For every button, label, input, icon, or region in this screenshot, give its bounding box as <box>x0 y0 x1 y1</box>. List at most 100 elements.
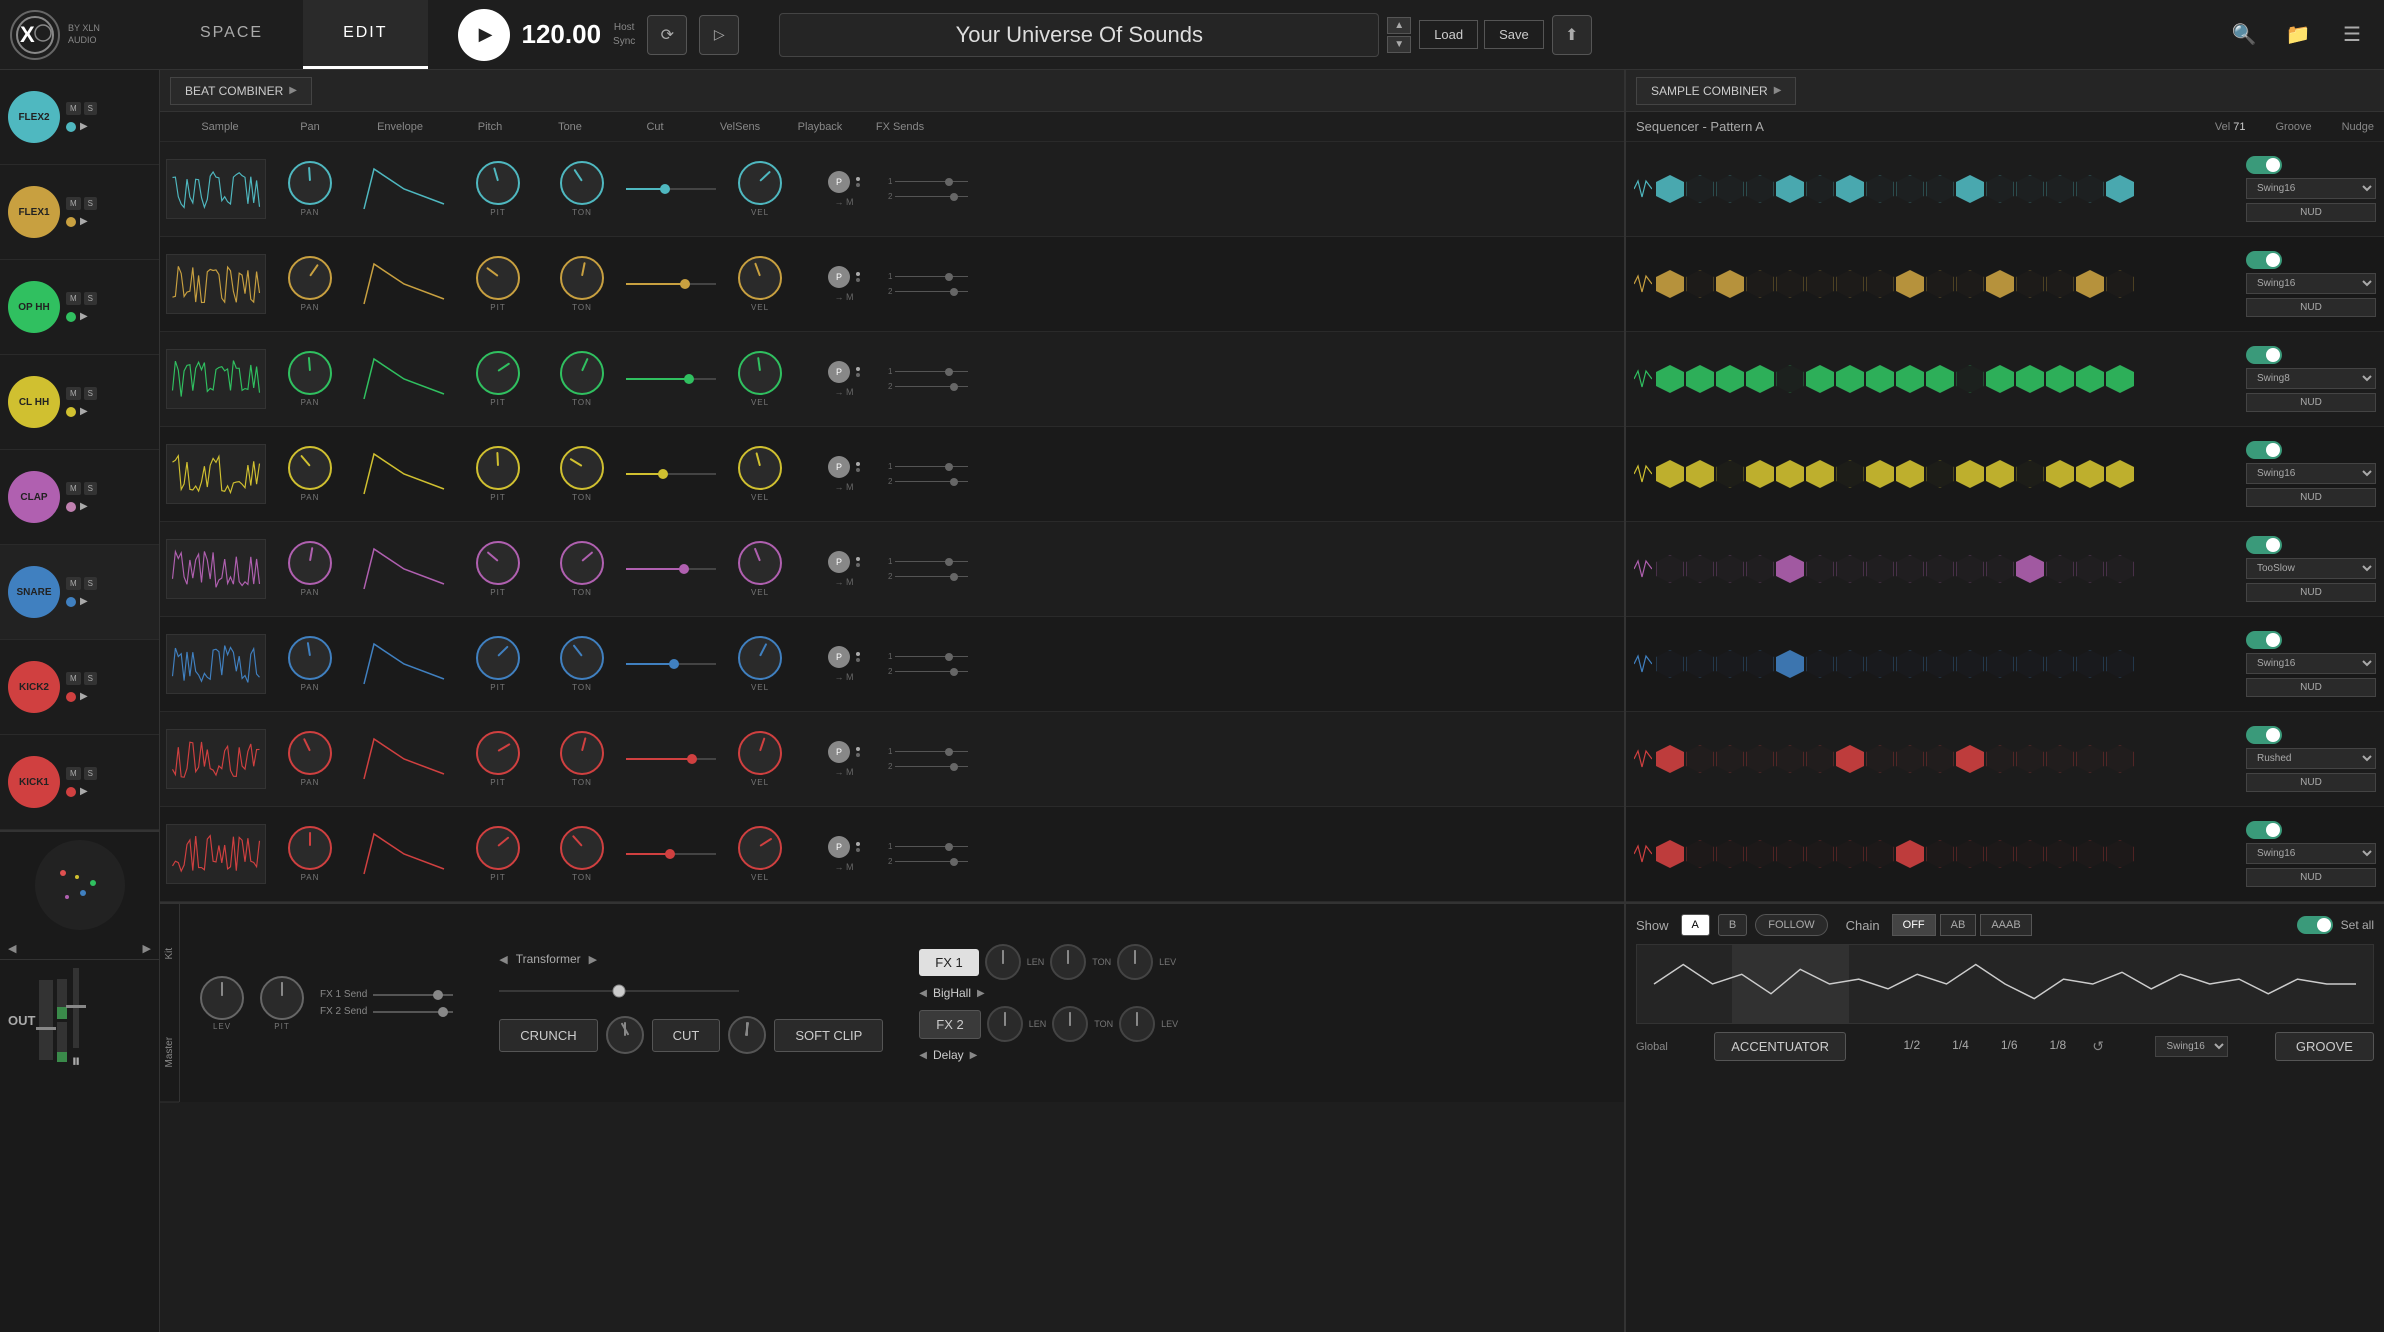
groove-select-opHH[interactable]: Swing8 <box>2246 368 2376 389</box>
p-btn-kick2[interactable]: P <box>828 741 850 763</box>
pan-knob-kick1[interactable]: PAN <box>270 826 350 882</box>
waveform-clap[interactable] <box>166 539 266 599</box>
p-btn-clap[interactable]: P <box>828 551 850 573</box>
play-arrow-kick1[interactable]: ▶ <box>80 786 88 797</box>
waveform-opHH[interactable] <box>166 349 266 409</box>
step-clHH-4[interactable] <box>1776 460 1804 488</box>
step-flex2-14[interactable] <box>2076 175 2104 203</box>
step-kick1-1[interactable] <box>1686 840 1714 868</box>
step-clap-12[interactable] <box>2016 555 2044 583</box>
solo-opHH[interactable]: S <box>84 292 97 305</box>
step-flex1-2[interactable] <box>1716 270 1744 298</box>
time-div-quarter[interactable]: 1/4 <box>1946 1038 1975 1055</box>
step-snare-13[interactable] <box>2046 650 2074 678</box>
step-opHH-3[interactable] <box>1746 365 1774 393</box>
waveform-flex2[interactable] <box>166 159 266 219</box>
groove-select-kick1[interactable]: Swing16 <box>2246 843 2376 864</box>
envelope-opHH[interactable] <box>354 349 454 409</box>
nud-btn-clHH[interactable]: NUD <box>2246 488 2376 507</box>
step-clap-7[interactable] <box>1866 555 1894 583</box>
cut-slider-snare[interactable] <box>626 634 716 694</box>
cut-slider-clHH[interactable] <box>626 444 716 504</box>
vel-knob-kick2[interactable]: VEL <box>720 731 800 787</box>
step-kick1-0[interactable] <box>1656 840 1684 868</box>
step-snare-6[interactable] <box>1836 650 1864 678</box>
pitch-knob-clap[interactable]: PIT <box>458 541 538 597</box>
cut-slider-kick2[interactable] <box>626 729 716 789</box>
step-kick1-12[interactable] <box>2016 840 2044 868</box>
pan-knob-clHH[interactable]: PAN <box>270 446 350 502</box>
play-arrow-kick2[interactable]: ▶ <box>80 691 88 702</box>
step-opHH-13[interactable] <box>2046 365 2074 393</box>
seq-shape-opHH[interactable] <box>1634 369 1652 389</box>
step-opHH-11[interactable] <box>1986 365 2014 393</box>
step-clap-3[interactable] <box>1746 555 1774 583</box>
cut-button[interactable]: CUT <box>652 1019 721 1052</box>
step-opHH-14[interactable] <box>2076 365 2104 393</box>
step-kick2-6[interactable] <box>1836 745 1864 773</box>
play-arrow-flex2[interactable]: ▶ <box>80 121 88 132</box>
fx1-button[interactable]: FX 1 <box>919 949 978 976</box>
seq-shape-flex1[interactable] <box>1634 274 1652 294</box>
nud-btn-kick2[interactable]: NUD <box>2246 773 2376 792</box>
p-btn-flex2[interactable]: P <box>828 171 850 193</box>
nud-btn-clap[interactable]: NUD <box>2246 583 2376 602</box>
step-opHH-10[interactable] <box>1956 365 1984 393</box>
step-snare-1[interactable] <box>1686 650 1714 678</box>
menu-icon[interactable]: ☰ <box>2330 13 2374 57</box>
step-clHH-3[interactable] <box>1746 460 1774 488</box>
seq-shape-clap[interactable] <box>1634 559 1652 579</box>
pitch-knob-flex2[interactable]: PIT <box>458 161 538 217</box>
step-flex2-10[interactable] <box>1956 175 1984 203</box>
step-kick2-4[interactable] <box>1776 745 1804 773</box>
groove-button[interactable]: GROOVE <box>2275 1032 2374 1061</box>
step-flex1-14[interactable] <box>2076 270 2104 298</box>
waveform-snare[interactable] <box>166 634 266 694</box>
step-flex2-8[interactable] <box>1896 175 1924 203</box>
fx1-send-slider[interactable] <box>373 994 453 996</box>
step-flex1-15[interactable] <box>2106 270 2134 298</box>
step-opHH-12[interactable] <box>2016 365 2044 393</box>
step-flex1-11[interactable] <box>1986 270 2014 298</box>
step-flex1-5[interactable] <box>1806 270 1834 298</box>
step-flex2-1[interactable] <box>1686 175 1714 203</box>
pan-knob-flex1[interactable]: PAN <box>270 256 350 312</box>
mute-snare[interactable]: M <box>66 577 81 590</box>
step-flex2-3[interactable] <box>1746 175 1774 203</box>
waveform-clHH[interactable] <box>166 444 266 504</box>
step-kick2-15[interactable] <box>2106 745 2134 773</box>
step-opHH-7[interactable] <box>1866 365 1894 393</box>
groove-select-snare[interactable]: Swing16 <box>2246 653 2376 674</box>
solo-flex1[interactable]: S <box>84 197 97 210</box>
xy-arrow-right[interactable]: ▶ <box>143 942 151 955</box>
step-kick1-3[interactable] <box>1746 840 1774 868</box>
step-clap-13[interactable] <box>2046 555 2074 583</box>
bottom-knob2[interactable] <box>728 1016 766 1054</box>
step-opHH-2[interactable] <box>1716 365 1744 393</box>
step-clHH-14[interactable] <box>2076 460 2104 488</box>
fx1-len-knob[interactable] <box>985 944 1021 980</box>
step-kick2-3[interactable] <box>1746 745 1774 773</box>
step-flex2-15[interactable] <box>2106 175 2134 203</box>
waveform-kick1[interactable] <box>166 824 266 884</box>
nud-btn-flex2[interactable]: NUD <box>2246 203 2376 222</box>
seq-toggle-snare[interactable] <box>2246 631 2282 649</box>
p-btn-clHH[interactable]: P <box>828 456 850 478</box>
step-clHH-10[interactable] <box>1956 460 1984 488</box>
step-clHH-13[interactable] <box>2046 460 2074 488</box>
step-clap-2[interactable] <box>1716 555 1744 583</box>
step-kick2-12[interactable] <box>2016 745 2044 773</box>
step-flex1-7[interactable] <box>1866 270 1894 298</box>
crunch-button[interactable]: CRUNCH <box>499 1019 597 1052</box>
load-button[interactable]: Load <box>1419 20 1478 49</box>
pitch-knob-snare[interactable]: PIT <box>458 636 538 692</box>
envelope-clHH[interactable] <box>354 444 454 504</box>
step-flex2-9[interactable] <box>1926 175 1954 203</box>
step-clHH-11[interactable] <box>1986 460 2014 488</box>
fx1-next[interactable]: ▶ <box>977 988 985 999</box>
groove-select-flex2[interactable]: Swing16 <box>2246 178 2376 199</box>
fx2-next[interactable]: ▶ <box>970 1050 978 1061</box>
tone-knob-kick2[interactable]: TON <box>542 731 622 787</box>
search-icon[interactable]: 🔍 <box>2222 13 2266 57</box>
step-kick1-15[interactable] <box>2106 840 2134 868</box>
